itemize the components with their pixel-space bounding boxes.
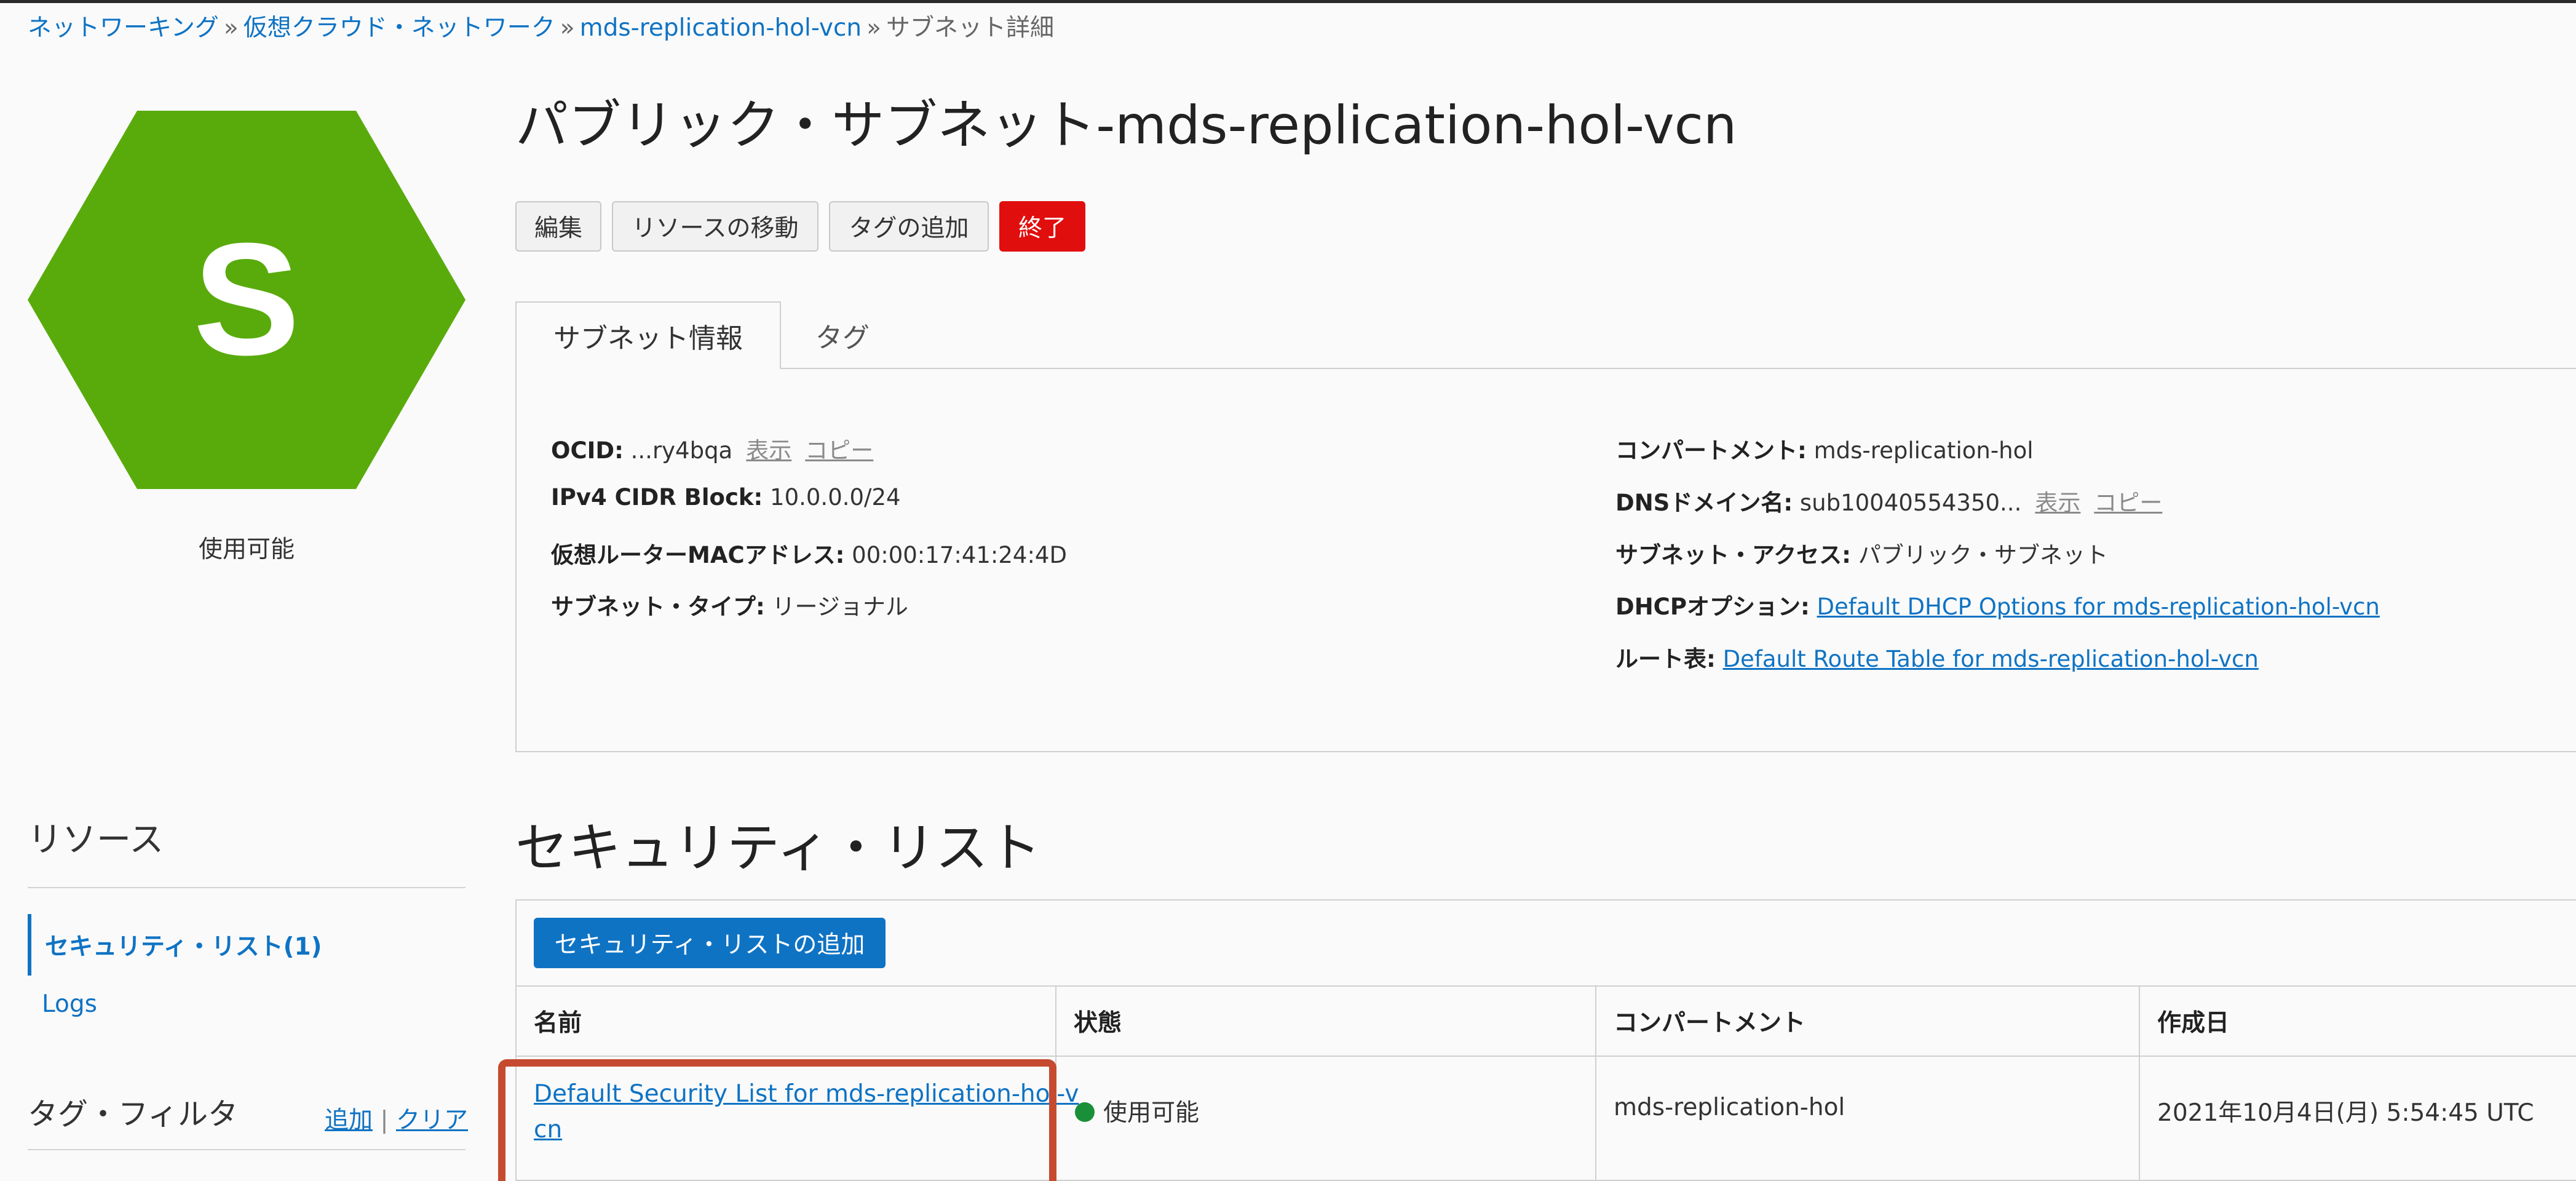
subnet-type-row: サブネット・タイプ: リージョナル	[551, 588, 908, 621]
ocid-show-link[interactable]: 表示	[746, 437, 791, 464]
breadcrumb-vcn-list[interactable]: 仮想クラウド・ネットワーク	[244, 14, 555, 42]
edit-button[interactable]: 編集	[515, 201, 601, 252]
resources-heading: リソース	[28, 820, 164, 860]
dns-value: sub10040554350...	[1799, 490, 2022, 516]
table-row-state-cell: 使用可能	[1075, 1094, 1199, 1128]
dhcp-row: DHCPオプション: Default DHCP Options for mds-…	[1615, 588, 2380, 621]
column-header-compartment[interactable]: コンパートメント	[1595, 987, 2139, 1056]
badge-status-text: 使用可能	[198, 536, 295, 563]
route-table-link[interactable]: Default Route Table for mds-replication-…	[1723, 646, 2259, 672]
dns-show-link[interactable]: 表示	[2035, 490, 2080, 516]
breadcrumb-current: サブネット詳細	[886, 14, 1055, 42]
page-title: パブリック・サブネット-mds-replication-hol-vcn	[515, 95, 1737, 156]
security-lists-heading: セキュリティ・リスト	[515, 817, 1041, 879]
badge-letter: S	[193, 210, 300, 389]
column-divider	[1595, 985, 1596, 1181]
tab-subnet-info[interactable]: サブネット情報	[515, 301, 781, 369]
subnet-access-label: サブネット・アクセス:	[1615, 542, 1851, 568]
add-security-list-button[interactable]: セキュリティ・リストの追加	[534, 918, 886, 968]
tab-bar: サブネット情報 タグ	[515, 301, 2576, 369]
breadcrumb-networking[interactable]: ネットワーキング	[28, 14, 219, 42]
breadcrumb: ネットワーキング» 仮想クラウド・ネットワーク» mds-replication-h…	[28, 11, 1054, 46]
dhcp-options-link[interactable]: Default DHCP Options for mds-replication…	[1817, 594, 2380, 620]
sidebar-item-security-lists[interactable]: セキュリティ・リスト(1)	[28, 914, 466, 976]
dhcp-label: DHCPオプション:	[1615, 594, 1810, 620]
mac-row: 仮想ルーターMACアドレス: 00:00:17:41:24:4D	[551, 536, 1067, 570]
dns-row: DNSドメイン名: sub10040554350... 表示 コピー	[1615, 484, 2162, 517]
ocid-label: OCID:	[551, 437, 624, 464]
compartment-value: mds-replication-hol	[1813, 437, 2034, 464]
cidr-value: 10.0.0.0/24	[770, 484, 901, 511]
subnet-access-value: パブリック・サブネット	[1858, 542, 2108, 568]
tag-filter-heading: タグ・フィルタ	[28, 1097, 239, 1132]
ocid-row: OCID: ...ry4bqa 表示 コピー	[551, 432, 873, 465]
subnet-type-label: サブネット・タイプ:	[551, 594, 765, 620]
tab-tags[interactable]: タグ	[781, 301, 904, 369]
subnet-type-value: リージョナル	[772, 594, 908, 620]
ocid-value: ...ry4bqa	[630, 437, 733, 464]
column-divider	[2139, 985, 2140, 1181]
compartment-row: コンパートメント: mds-replication-hol	[1615, 432, 2034, 465]
tag-filter-divider	[28, 1149, 466, 1150]
route-table-label: ルート表:	[1615, 646, 1716, 672]
breadcrumb-separator: »	[560, 14, 575, 42]
top-border	[0, 0, 2576, 3]
highlight-box	[498, 1059, 1056, 1181]
tag-filter-pipe: |	[380, 1107, 389, 1134]
move-resource-button[interactable]: リソースの移動	[612, 201, 818, 252]
security-list-created: 2021年10月4日(月) 5:54:45 UTC	[2157, 1099, 2534, 1127]
breadcrumb-separator: »	[866, 14, 882, 42]
route-table-row: ルート表: Default Route Table for mds-replic…	[1615, 640, 2259, 674]
dns-copy-link[interactable]: コピー	[2094, 490, 2162, 516]
cidr-row: IPv4 CIDR Block: 10.0.0.0/24	[551, 484, 901, 511]
status-dot-icon	[1075, 1102, 1095, 1122]
compartment-label: コンパートメント:	[1615, 437, 1807, 464]
ocid-copy-link[interactable]: コピー	[805, 437, 873, 464]
breadcrumb-vcn[interactable]: mds-replication-hol-vcn	[580, 14, 862, 42]
column-header-created[interactable]: 作成日	[2139, 987, 2576, 1056]
add-tag-button[interactable]: タグの追加	[829, 201, 989, 252]
sidebar-item-logs[interactable]: Logs	[42, 990, 97, 1018]
subnet-status-badge: S	[28, 111, 466, 489]
terminate-button[interactable]: 終了	[999, 201, 1085, 252]
cidr-label: IPv4 CIDR Block:	[551, 484, 763, 511]
column-header-name[interactable]: 名前	[515, 987, 1055, 1056]
resources-divider	[28, 887, 466, 888]
hexagon-icon: S	[28, 111, 466, 489]
table-header: 名前 状態 コンパートメント 作成日	[515, 985, 2576, 1057]
breadcrumb-separator: »	[223, 14, 239, 42]
security-list-state: 使用可能	[1103, 1099, 1200, 1127]
mac-label: 仮想ルーターMACアドレス:	[551, 542, 845, 568]
security-list-compartment: mds-replication-hol	[1614, 1094, 1845, 1121]
subnet-access-row: サブネット・アクセス: パブリック・サブネット	[1615, 536, 2108, 570]
tag-filter-add-link[interactable]: 追加	[325, 1107, 373, 1134]
mac-value: 00:00:17:41:24:4D	[852, 542, 1067, 568]
tag-filter-actions: 追加 | クリア	[325, 1101, 468, 1135]
column-header-state[interactable]: 状態	[1055, 987, 1595, 1056]
subnet-info-panel: OCID: ...ry4bqa 表示 コピー IPv4 CIDR Block: 10…	[515, 368, 2576, 752]
tag-filter-clear-link[interactable]: クリア	[396, 1107, 468, 1134]
dns-label: DNSドメイン名:	[1615, 490, 1793, 516]
